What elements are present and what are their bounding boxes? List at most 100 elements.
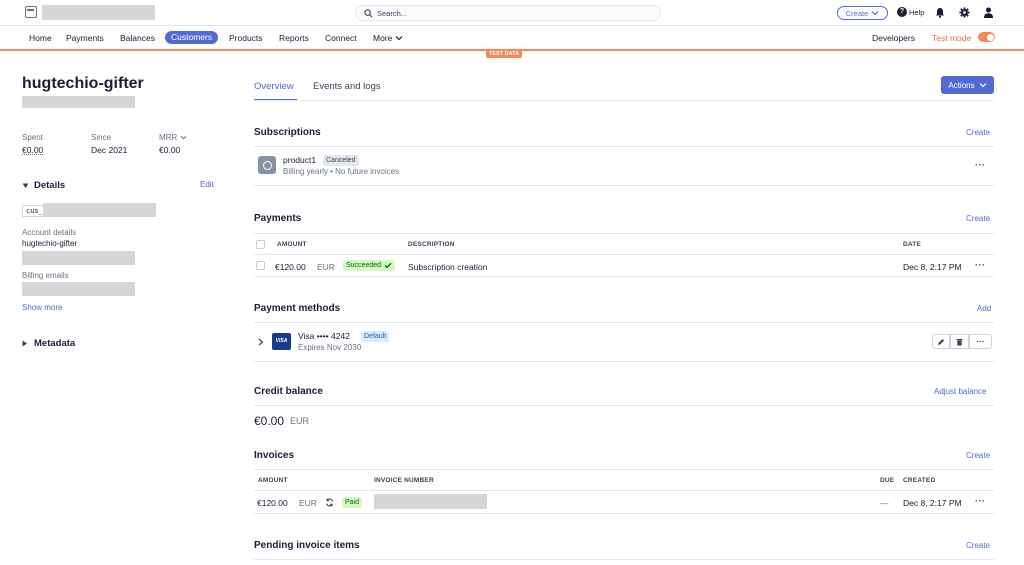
payment-methods-add-link[interactable]: Add bbox=[977, 304, 991, 313]
payment-description: Subscription creation bbox=[408, 262, 488, 272]
account-email-redacted bbox=[22, 251, 135, 265]
invoices-col-amount: AMOUNT bbox=[258, 477, 288, 484]
customer-id-prefix: cus_ bbox=[26, 207, 43, 215]
help-button[interactable]: ? Help bbox=[897, 7, 924, 17]
payment-method-more-button[interactable]: ··· bbox=[969, 334, 992, 349]
invoices-title: Invoices bbox=[254, 450, 295, 461]
subscriptions-create-link[interactable]: Create bbox=[966, 128, 990, 137]
mrr-label-text: MRR bbox=[159, 133, 178, 142]
payments-divider bbox=[254, 233, 994, 234]
invoice-created: Dec 8, 2:17 PM bbox=[903, 498, 962, 508]
invoices-create-link[interactable]: Create bbox=[966, 451, 990, 460]
help-label: Help bbox=[909, 7, 925, 17]
nav-products[interactable]: Products bbox=[229, 33, 263, 43]
invoices-bottom-divider bbox=[254, 513, 994, 514]
nav-more[interactable]: More bbox=[373, 33, 403, 43]
visa-logo-text: VISA bbox=[275, 338, 288, 344]
payment-method-row[interactable]: VISA Visa •••• 4242 Default Expires Nov … bbox=[254, 326, 994, 358]
chevron-down-icon bbox=[979, 83, 987, 88]
subscription-more-icon[interactable]: ··· bbox=[975, 160, 986, 170]
nav-connect[interactable]: Connect bbox=[325, 33, 357, 43]
actions-button[interactable]: Actions bbox=[941, 76, 994, 94]
account-details-label: Account details bbox=[22, 228, 77, 237]
payments-bottom-divider bbox=[254, 276, 994, 277]
account-name-redacted bbox=[42, 5, 155, 20]
payment-row[interactable]: €120.00 EUR Succeeded Subscription creat… bbox=[254, 255, 994, 276]
invoices-col-created: CREATED bbox=[903, 477, 936, 484]
details-title: Details bbox=[34, 180, 66, 191]
invoice-more-icon[interactable]: ··· bbox=[975, 496, 986, 506]
credit-balance-currency: EUR bbox=[290, 416, 310, 426]
metadata-title: Metadata bbox=[34, 338, 76, 349]
payments-header-checkbox[interactable] bbox=[256, 240, 265, 249]
details-toggle[interactable]: Details bbox=[22, 180, 65, 191]
credit-balance-amount: €0.00 bbox=[254, 414, 285, 428]
subscriptions-divider bbox=[254, 146, 994, 147]
nav-balances[interactable]: Balances bbox=[120, 33, 155, 43]
nav-developers[interactable]: Developers bbox=[872, 33, 915, 43]
invoice-status-badge: Paid bbox=[342, 497, 363, 508]
subscriptions-title: Subscriptions bbox=[254, 127, 321, 138]
settings-gear-icon[interactable] bbox=[959, 7, 970, 18]
invoice-currency: EUR bbox=[299, 498, 317, 508]
pending-items-title: Pending invoice items bbox=[254, 540, 360, 551]
help-icon: ? bbox=[897, 7, 907, 17]
recurring-icon bbox=[325, 498, 334, 507]
nav-payments[interactable]: Payments bbox=[66, 33, 104, 43]
metadata-toggle[interactable]: Metadata bbox=[22, 338, 75, 349]
test-mode-toggle[interactable] bbox=[978, 32, 995, 42]
subscriptions-bottom-divider bbox=[254, 185, 994, 186]
payment-amount: €120.00 bbox=[275, 262, 306, 272]
payments-title: Payments bbox=[254, 213, 302, 224]
customer-id-redacted bbox=[43, 203, 156, 217]
payment-row-checkbox[interactable] bbox=[256, 261, 265, 270]
billing-emails-label: Billing emails bbox=[22, 271, 69, 280]
delete-payment-method-button[interactable] bbox=[950, 334, 969, 349]
payments-create-link[interactable]: Create bbox=[966, 214, 990, 223]
details-edit-link[interactable]: Edit bbox=[200, 180, 214, 189]
invoices-col-due: DUE bbox=[880, 477, 895, 484]
adjust-balance-link[interactable]: Adjust balance bbox=[934, 387, 986, 396]
stat-spent-label: Spent bbox=[22, 133, 43, 142]
actions-label: Actions bbox=[948, 80, 975, 90]
user-profile-icon[interactable] bbox=[983, 7, 994, 18]
stat-mrr-label[interactable]: MRR bbox=[159, 133, 187, 142]
nav-home[interactable]: Home bbox=[29, 33, 52, 43]
subscription-row[interactable]: product1 Canceled Billing yearly • No fu… bbox=[254, 150, 994, 182]
chevron-right-icon[interactable] bbox=[258, 338, 264, 346]
card-expiry: Expires Nov 2030 bbox=[298, 343, 362, 352]
pending-items-create-link[interactable]: Create bbox=[966, 541, 990, 550]
edit-payment-method-button[interactable] bbox=[932, 334, 950, 349]
nav-customers[interactable]: Customers bbox=[165, 31, 219, 44]
test-data-banner: TEST DATA bbox=[486, 50, 523, 58]
show-more-link[interactable]: Show more bbox=[22, 303, 62, 312]
invoices-col-number: INVOICE NUMBER bbox=[374, 477, 434, 484]
chevron-down-icon bbox=[871, 11, 879, 16]
payment-methods-divider bbox=[254, 322, 994, 323]
create-button[interactable]: Create bbox=[837, 6, 888, 20]
visa-card-icon: VISA bbox=[272, 333, 291, 350]
credit-balance-title: Credit balance bbox=[254, 386, 323, 397]
payment-date: Dec 8, 2:17 PM bbox=[903, 262, 962, 272]
tab-events[interactable]: Events and logs bbox=[313, 81, 381, 92]
notifications-bell-icon[interactable] bbox=[935, 7, 945, 18]
payment-methods-bottom-divider bbox=[254, 361, 994, 362]
chevron-down-icon bbox=[395, 36, 403, 41]
caret-right-icon bbox=[22, 340, 27, 347]
nav-reports[interactable]: Reports bbox=[279, 33, 309, 43]
customer-email-redacted bbox=[22, 96, 135, 108]
stat-spent-value[interactable]: €0.00 bbox=[22, 145, 43, 155]
payment-more-icon[interactable]: ··· bbox=[975, 260, 986, 270]
payments-col-amount: AMOUNT bbox=[277, 241, 307, 248]
invoice-row[interactable]: €120.00 EUR Paid — Dec 8, 2:17 PM ··· bbox=[254, 491, 994, 513]
trash-icon bbox=[956, 338, 963, 345]
account-logo-icon[interactable] bbox=[25, 6, 37, 18]
product-image-icon bbox=[258, 156, 276, 174]
invoice-due: — bbox=[880, 498, 889, 508]
tab-overview[interactable]: Overview bbox=[254, 81, 294, 92]
check-icon bbox=[384, 262, 392, 269]
search-input[interactable]: Search... bbox=[355, 5, 661, 21]
subscription-status-badge: Canceled bbox=[323, 155, 359, 166]
stat-mrr-value: €0.00 bbox=[159, 145, 181, 155]
top-bar: Search... Create ? Help bbox=[0, 0, 1024, 26]
